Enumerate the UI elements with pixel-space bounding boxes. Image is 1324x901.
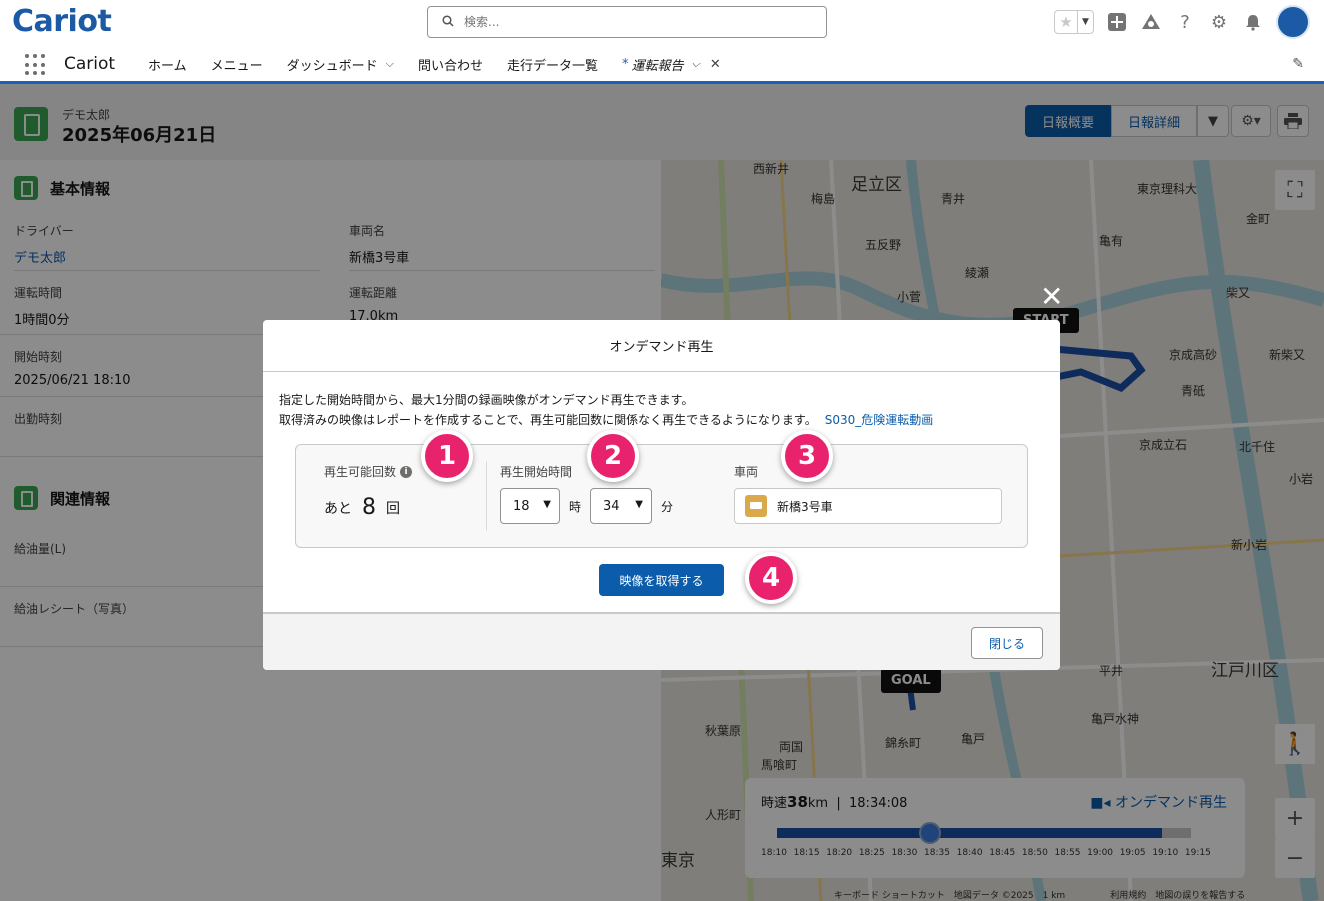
start-time-label: 再生開始時間: [500, 465, 573, 479]
star-icon: ★: [1059, 13, 1073, 31]
modal-title: オンデマンド再生: [263, 320, 1060, 372]
hour-select[interactable]: 18 ▼: [500, 488, 560, 524]
gear-icon[interactable]: ⚙: [1208, 11, 1230, 33]
search-icon: [442, 15, 454, 27]
unsaved-dot: *: [622, 56, 629, 72]
chevron-down-icon[interactable]: ⌵: [692, 57, 700, 71]
divider: [486, 461, 487, 531]
remaining-count: あと 8 回: [324, 495, 400, 520]
favorites-button[interactable]: ★ ▼: [1054, 10, 1094, 34]
truck-icon: [745, 495, 767, 517]
nav-item-active-tab[interactable]: * 運転報告 ⌵ ✕: [622, 55, 721, 74]
close-icon[interactable]: ✕: [1040, 280, 1063, 313]
nav-item-2[interactable]: ダッシュボード ⌵: [287, 55, 394, 74]
app-launcher-icon[interactable]: [25, 54, 47, 76]
edit-nav-icon[interactable]: ✎: [1292, 56, 1304, 72]
close-tab-icon[interactable]: ✕: [710, 57, 721, 72]
fetch-video-button[interactable]: 映像を取得する: [599, 564, 724, 596]
desc-line: 取得済みの映像はレポートを作成することで、再生可能回数に関係なく再生できるように…: [279, 413, 817, 427]
annotation-badge-3: 3: [781, 430, 833, 482]
chevron-down-icon[interactable]: ▼: [1077, 11, 1093, 33]
user-avatar[interactable]: [1276, 5, 1310, 39]
remaining-label: 再生可能回数 i: [324, 463, 413, 480]
cariot-logo[interactable]: Cariot: [12, 4, 112, 39]
desc-line: 指定した開始時間から、最大1分間の録画映像がオンデマンド再生できます。: [279, 393, 694, 407]
bell-icon[interactable]: [1242, 11, 1264, 33]
nav-items: ホーム メニュー ダッシュボード ⌵ 問い合わせ 走行データ一覧 * 運転報告 ⌵ ✕: [148, 44, 745, 84]
playback-settings: 再生可能回数 i あと 8 回 再生開始時間 18 ▼ 時 34 ▼ 分 車両 新橋3号車: [295, 444, 1028, 548]
nav-item-4[interactable]: 走行データ一覧: [507, 55, 598, 74]
nav-item-3[interactable]: 問い合わせ: [418, 55, 483, 74]
trailhead-icon[interactable]: [1140, 11, 1162, 33]
chevron-down-icon: ▼: [543, 499, 551, 510]
modal-footer: 閉じる: [263, 612, 1060, 670]
vehicle-label: 車両: [734, 465, 759, 479]
info-icon[interactable]: i: [400, 465, 413, 478]
add-icon[interactable]: [1106, 11, 1128, 33]
help-icon[interactable]: ?: [1174, 11, 1196, 33]
global-header: Cariot ★ ▼ ? ⚙: [0, 0, 1324, 44]
global-search[interactable]: [427, 6, 827, 38]
modal-description: 指定した開始時間から、最大1分間の録画映像がオンデマンド再生できます。 取得済み…: [279, 390, 933, 430]
annotation-badge-2: 2: [587, 430, 639, 482]
annotation-badge-4: 4: [745, 552, 797, 604]
minute-unit: 分: [661, 500, 674, 514]
search-input[interactable]: [464, 12, 814, 32]
vehicle-field[interactable]: 新橋3号車: [734, 488, 1002, 524]
report-link[interactable]: S030_危険運転動画: [825, 413, 934, 427]
minute-select[interactable]: 34 ▼: [590, 488, 652, 524]
chevron-down-icon[interactable]: ⌵: [386, 57, 394, 71]
app-name: Cariot: [64, 54, 116, 74]
nav-item-0[interactable]: ホーム: [148, 55, 187, 74]
annotation-badge-1: 1: [421, 430, 473, 482]
hour-unit: 時: [569, 500, 582, 514]
ondemand-modal: オンデマンド再生 指定した開始時間から、最大1分間の録画映像がオンデマンド再生で…: [263, 320, 1060, 670]
close-button[interactable]: 閉じる: [971, 627, 1043, 659]
app-navigation: Cariot ホーム メニュー ダッシュボード ⌵ 問い合わせ 走行データ一覧 * 運転報告 ⌵…: [0, 44, 1324, 84]
header-utilities: ★ ▼ ? ⚙: [1054, 5, 1310, 39]
nav-item-1[interactable]: メニュー: [211, 55, 263, 74]
chevron-down-icon: ▼: [635, 499, 643, 510]
